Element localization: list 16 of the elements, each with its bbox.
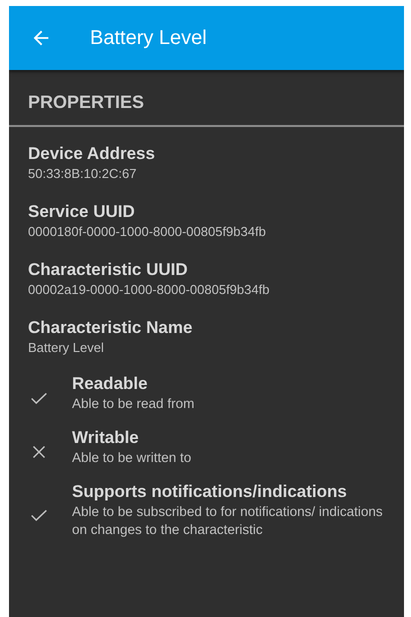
field-label: Service UUID xyxy=(28,201,136,223)
section-header: PROPERTIES xyxy=(9,70,404,127)
capability-description: Able to be read from xyxy=(72,395,196,413)
capability-title: Readable xyxy=(72,373,149,395)
capability-description: Able to be subscribed to for notifications/ indications on changes to the characteristic xyxy=(72,503,384,539)
field-label: Characteristic Name xyxy=(28,317,194,339)
field-label: Device Address xyxy=(28,143,156,165)
capability-title: Writable xyxy=(72,427,140,449)
field-value: Battery Level xyxy=(28,339,105,357)
field-value: 50:33:8B:10:2C:67 xyxy=(28,165,138,183)
screen-title: Battery Level xyxy=(90,26,207,50)
capability-title: Supports notifications/indications xyxy=(72,481,348,503)
capability-description: Able to be written to xyxy=(72,449,192,467)
field-value: 00002a19-0000-1000-8000-00805f9b34fb xyxy=(28,281,270,299)
field-label: Characteristic UUID xyxy=(28,259,189,281)
field-value: 0000180f-0000-1000-8000-00805f9b34fb xyxy=(28,223,267,241)
